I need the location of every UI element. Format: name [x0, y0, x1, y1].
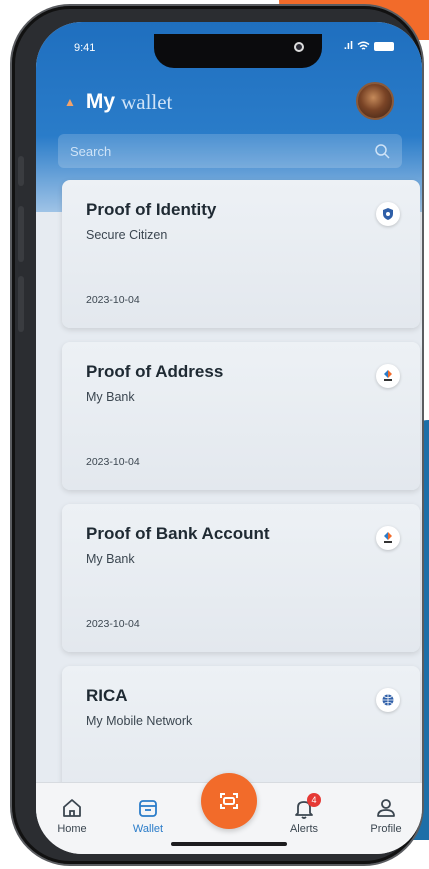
- avatar[interactable]: [356, 82, 394, 120]
- tab-alerts-label: Alerts: [289, 823, 319, 835]
- card-issuer: My Bank: [86, 552, 135, 566]
- card-issuer: My Mobile Network: [86, 714, 193, 728]
- credential-card[interactable]: Proof of Bank Account My Bank 2023-10-04: [62, 504, 420, 652]
- card-title: Proof of Identity: [86, 200, 217, 219]
- tab-wallet[interactable]: Wallet: [116, 797, 180, 835]
- card-title: Proof of Bank Account: [86, 524, 270, 543]
- tab-alerts[interactable]: 4 Alerts: [272, 793, 336, 835]
- network-globe-icon: [376, 688, 400, 712]
- mute-switch: [18, 156, 24, 186]
- phone-frame: 9:41 .ıl ▲ My wallet Search Proof of Ide…: [12, 6, 422, 864]
- notch: [154, 34, 322, 68]
- app-screen: 9:41 .ıl ▲ My wallet Search Proof of Ide…: [36, 22, 422, 854]
- shield-badge-icon: [376, 202, 400, 226]
- scan-button[interactable]: [201, 773, 257, 829]
- tab-wallet-label: Wallet: [132, 823, 164, 835]
- volume-down-button: [18, 276, 24, 332]
- battery-icon: [374, 41, 394, 51]
- card-issuer: My Bank: [86, 390, 135, 404]
- card-date: 2023-10-04: [86, 456, 140, 468]
- credential-card[interactable]: Proof of Address My Bank 2023-10-04: [62, 342, 420, 490]
- tab-profile[interactable]: Profile: [354, 797, 418, 835]
- card-title: Proof of Address: [86, 362, 224, 381]
- tab-home[interactable]: Home: [40, 797, 104, 835]
- bank-logo-icon: [376, 526, 400, 550]
- page-title: wallet: [121, 89, 173, 114]
- status-icons: .ıl: [344, 40, 394, 52]
- card-date: 2023-10-04: [86, 618, 140, 630]
- tab-home-label: Home: [57, 823, 87, 835]
- front-camera: [294, 42, 304, 52]
- bank-logo-icon: [376, 364, 400, 388]
- scan-icon: [220, 793, 238, 809]
- volume-up-button: [18, 206, 24, 262]
- bottom-tab-bar: Home Wallet 4 Alerts Profile: [36, 773, 422, 854]
- card-issuer: Secure Citizen: [86, 228, 168, 242]
- wifi-icon: [357, 41, 370, 50]
- home-indicator: [171, 842, 287, 846]
- profile-icon: [377, 799, 395, 817]
- home-icon: [63, 799, 81, 817]
- wallet-icon: [139, 800, 157, 817]
- title-row: ▲ My wallet: [64, 82, 394, 122]
- status-time: 9:41: [74, 42, 96, 54]
- search-bar: [58, 134, 402, 168]
- signal-icon: .ıl: [343, 40, 353, 52]
- collapse-triangle-icon[interactable]: ▲: [64, 95, 76, 109]
- page-title-prefix: My: [85, 90, 116, 113]
- alerts-badge: 4: [307, 793, 321, 807]
- card-title: RICA: [86, 686, 128, 705]
- card-date: 2023-10-04: [86, 294, 140, 306]
- tab-profile-label: Profile: [370, 823, 402, 835]
- credential-card[interactable]: Proof of Identity Secure Citizen 2023-10…: [62, 180, 420, 328]
- alerts-icon-wrap: 4: [293, 793, 321, 819]
- status-bar: 9:41 .ıl: [36, 34, 422, 68]
- search-input[interactable]: [70, 143, 374, 159]
- search-icon[interactable]: [374, 143, 390, 159]
